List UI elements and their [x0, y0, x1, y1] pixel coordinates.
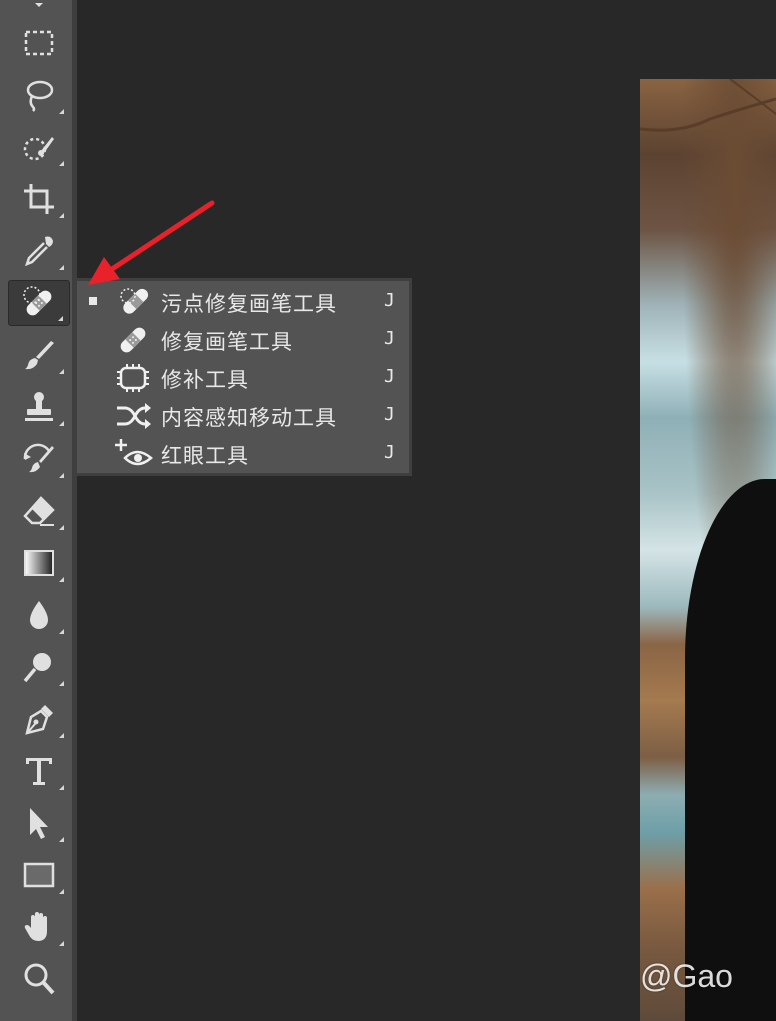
clone-stamp-tool[interactable]: [8, 384, 70, 430]
menu-item-shortcut: J: [384, 290, 395, 311]
history-brush-icon: [23, 443, 54, 473]
type-tool[interactable]: [8, 748, 70, 794]
lasso-tool[interactable]: [8, 72, 70, 118]
tools-panel: [0, 0, 77, 1021]
menu-item-shortcut: J: [384, 328, 395, 349]
rectangle-tool[interactable]: [8, 852, 70, 898]
annotation-arrow-icon: [88, 200, 215, 285]
tool-group-corner: [59, 161, 64, 166]
document-canvas-image[interactable]: [640, 79, 776, 1021]
lasso-icon: [26, 80, 54, 112]
eraser-tool[interactable]: [8, 488, 70, 534]
menu-item-label: 污点修复画笔工具: [161, 292, 337, 316]
menu-item-healing-brush[interactable]: 修复画笔工具 J: [77, 321, 409, 359]
magnifier-icon: [24, 963, 55, 995]
tool-group-corner: [59, 213, 64, 218]
crop-tool[interactable]: [8, 176, 70, 222]
menu-item-label: 红眼工具: [161, 444, 249, 468]
gradient-tool[interactable]: [8, 540, 70, 586]
eraser-icon: [23, 496, 55, 526]
healing-tools-flyout-menu: 污点修复画笔工具 J 修复画笔工具 J 修补工具 J 内容感知移动工具 J 红眼…: [74, 278, 412, 476]
tool-group-corner: [59, 733, 64, 738]
menu-item-label: 内容感知移动工具: [161, 406, 337, 430]
tool-group-corner: [59, 941, 64, 946]
hand-icon: [24, 912, 47, 941]
brush-icon: [25, 341, 54, 370]
healing-brush-icon: [113, 324, 153, 356]
eyedropper-tool[interactable]: [8, 228, 70, 274]
tool-group-corner: [59, 473, 64, 478]
spot-healing-icon: [113, 286, 153, 318]
content-aware-move-icon: [113, 400, 153, 432]
drop-icon: [30, 601, 48, 629]
red-eye-icon: [113, 438, 153, 470]
quick-selection-tool[interactable]: [8, 124, 70, 170]
menu-item-label: 修补工具: [161, 368, 249, 392]
tool-group-corner: [59, 369, 64, 374]
tool-group-corner: [59, 109, 64, 114]
tool-group-corner: [59, 265, 64, 270]
menu-item-shortcut: J: [384, 404, 395, 425]
gradient-icon: [24, 550, 54, 576]
bandage-icon: [23, 286, 52, 316]
menu-item-red-eye[interactable]: 红眼工具 J: [77, 435, 409, 473]
tool-group-corner: [59, 681, 64, 686]
menu-item-shortcut: J: [384, 366, 395, 387]
zoom-tool[interactable]: [8, 956, 70, 1002]
crop-icon: [24, 184, 54, 214]
dodge-icon: [23, 653, 51, 683]
tool-group-corner: [59, 577, 64, 582]
brush-tool[interactable]: [8, 332, 70, 378]
tool-group-corner: [59, 525, 64, 530]
dodge-tool[interactable]: [8, 644, 70, 690]
menu-item-label: 修复画笔工具: [161, 330, 293, 354]
type-icon: [26, 758, 52, 785]
tool-group-corner: [59, 629, 64, 634]
marquee-icon: [24, 30, 54, 56]
tool-group-corner: [59, 889, 64, 894]
tool-group-corner: [59, 421, 64, 426]
tool-group-corner: [58, 316, 63, 321]
path-selection-tool[interactable]: [8, 800, 70, 846]
hand-tool[interactable]: [8, 904, 70, 950]
tool-group-corner: [59, 837, 64, 842]
rectangular-marquee-tool[interactable]: [8, 20, 70, 66]
branch-graphic: [640, 79, 776, 132]
eyedropper-icon: [24, 236, 53, 267]
rectangle-icon: [23, 862, 55, 888]
pen-icon: [25, 705, 53, 735]
pen-tool[interactable]: [8, 696, 70, 742]
stamp-icon: [25, 392, 53, 421]
menu-item-content-aware-move[interactable]: 内容感知移动工具 J: [77, 397, 409, 435]
tool-group-corner: [59, 785, 64, 790]
person-silhouette: [685, 479, 776, 1021]
spot-healing-brush-tool[interactable]: [8, 280, 70, 326]
quick-selection-icon: [23, 137, 54, 161]
menu-item-patch-tool[interactable]: 修补工具 J: [77, 359, 409, 397]
patch-icon: [113, 362, 153, 394]
history-brush-tool[interactable]: [8, 436, 70, 482]
menu-item-shortcut: J: [384, 442, 395, 463]
watermark-text: @Gao: [640, 958, 733, 994]
move-icon: [35, 3, 43, 7]
selected-bullet: [89, 297, 97, 305]
arrow-cursor-icon: [30, 808, 48, 839]
blur-tool[interactable]: [8, 592, 70, 638]
